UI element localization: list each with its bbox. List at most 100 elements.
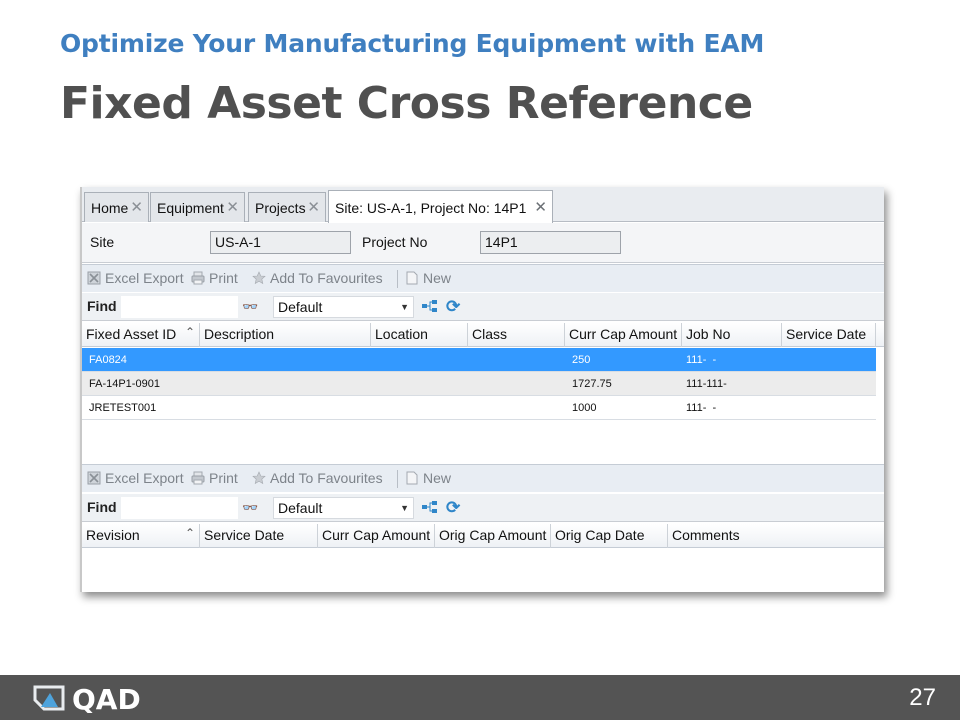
close-icon[interactable]: ✕: [307, 198, 320, 216]
find-input[interactable]: [121, 497, 238, 519]
print-label: Print: [209, 270, 238, 286]
excel-export-label: Excel Export: [105, 270, 184, 286]
column-header[interactable]: Location: [371, 323, 468, 347]
curr-cap-amount-cell: 250: [572, 354, 591, 366]
table-row[interactable]: FA0824 250 111- -: [82, 348, 876, 372]
add-to-favourites-label: Add To Favourites: [270, 270, 383, 286]
add-to-favourites-label: Add To Favourites: [270, 470, 383, 486]
column-header[interactable]: Orig Cap Date: [551, 524, 668, 548]
column-label: Orig Cap Amount: [439, 527, 547, 543]
find-label: Find: [87, 298, 117, 314]
column-label: Service Date: [786, 326, 867, 342]
close-icon[interactable]: ✕: [534, 198, 547, 216]
tab-projects-label: Projects: [255, 200, 306, 216]
excel-export-button[interactable]: Excel Export: [87, 270, 184, 286]
job-no-cell: 111- -: [686, 354, 717, 366]
refresh-icon[interactable]: ⟳: [446, 297, 460, 317]
new-button[interactable]: New: [405, 470, 451, 486]
assets-grid-header: Fixed Asset ID ⌃ Description Location Cla…: [82, 323, 884, 347]
qad-logo: QAD: [32, 683, 162, 718]
column-label: Job No: [686, 326, 731, 342]
find-input[interactable]: [121, 296, 238, 318]
add-to-favourites-button[interactable]: Add To Favourites: [252, 270, 383, 286]
fixed-asset-id-cell: JRETEST001: [89, 402, 157, 414]
view-select-value: Default: [278, 500, 323, 516]
table-row[interactable]: JRETEST001 1000 111- -: [82, 396, 876, 420]
column-label: Orig Cap Date: [555, 527, 645, 543]
column-label: Description: [204, 326, 275, 342]
print-label: Print: [209, 470, 238, 486]
slide-title: Fixed Asset Cross Reference: [60, 78, 753, 129]
column-header[interactable]: Job No: [682, 323, 782, 347]
table-row[interactable]: FA-14P1-0901 1727.75 111-111-: [82, 372, 876, 396]
printer-icon: [191, 271, 205, 285]
fixed-asset-id-cell: FA-14P1-0901: [89, 378, 160, 390]
column-header[interactable]: Comments: [668, 524, 876, 548]
new-button[interactable]: New: [405, 270, 451, 286]
find-label: Find: [87, 499, 117, 515]
tab-site-project[interactable]: Site: US-A-1, Project No: 14P1 ✕: [328, 190, 553, 223]
print-button[interactable]: Print: [191, 270, 238, 286]
excel-icon: [87, 271, 101, 285]
star-icon: [252, 471, 266, 485]
logo-text: QAD: [72, 683, 141, 713]
printer-icon: [191, 471, 205, 485]
hierarchy-icon[interactable]: [421, 500, 439, 514]
hierarchy-icon[interactable]: [421, 299, 439, 313]
curr-cap-amount-cell: 1000: [572, 402, 597, 414]
assets-toolbar: Excel Export Print Add To Favourites New: [82, 264, 884, 292]
column-label: Service Date: [204, 527, 285, 543]
assets-find-row: Find 👓 Default ▼ ⟳: [82, 293, 884, 321]
chevron-down-icon: ▼: [400, 503, 409, 513]
project-no-label: Project No: [362, 234, 428, 250]
column-label: Fixed Asset ID: [86, 326, 177, 342]
view-select[interactable]: Default ▼: [273, 497, 414, 519]
column-header[interactable]: Service Date: [782, 323, 876, 347]
column-header[interactable]: Curr Cap Amount: [318, 524, 435, 548]
column-header[interactable]: Revision ⌃: [82, 524, 200, 548]
column-header[interactable]: Description: [200, 323, 371, 347]
column-label: Curr Cap Amount: [322, 527, 431, 543]
tab-home[interactable]: Home ✕: [84, 192, 149, 222]
add-to-favourites-button[interactable]: Add To Favourites: [252, 470, 383, 486]
revisions-find-row: Find 👓 Default ▼ ⟳: [82, 494, 884, 522]
binoculars-icon[interactable]: 👓: [242, 299, 258, 315]
site-label: Site: [90, 234, 115, 250]
new-document-icon: [406, 271, 418, 285]
page-number: 27: [909, 684, 936, 711]
new-label: New: [423, 270, 452, 286]
close-icon[interactable]: ✕: [226, 198, 239, 216]
column-header[interactable]: Class: [468, 323, 565, 347]
app-screenshot: Home ✕ Equipment ✕ Projects ✕ Site: US-A…: [80, 187, 884, 592]
site-field[interactable]: US-A-1: [210, 231, 351, 254]
column-header[interactable]: Orig Cap Amount: [435, 524, 551, 548]
refresh-icon[interactable]: ⟳: [446, 498, 460, 518]
chevron-down-icon: ▼: [400, 302, 409, 312]
close-icon[interactable]: ✕: [130, 198, 143, 216]
new-document-icon: [406, 471, 418, 485]
column-label: Class: [472, 326, 508, 342]
print-button[interactable]: Print: [191, 470, 238, 486]
revisions-grid-header: Revision ⌃ Service Date Curr Cap Amount O…: [82, 524, 884, 548]
excel-export-button[interactable]: Excel Export: [87, 470, 184, 486]
excel-export-label: Excel Export: [105, 470, 184, 486]
column-label: Curr Cap Amount: [569, 326, 678, 342]
column-header[interactable]: Fixed Asset ID ⌃: [82, 323, 200, 347]
tab-site-project-label: Site: US-A-1, Project No: 14P1: [335, 200, 527, 216]
project-no-field[interactable]: 14P1: [480, 231, 621, 254]
column-label: Location: [375, 326, 428, 342]
column-label: Revision: [86, 527, 140, 543]
header-fields: Site US-A-1 Project No 14P1: [82, 223, 884, 263]
column-header[interactable]: Curr Cap Amount: [565, 323, 682, 347]
tab-equipment[interactable]: Equipment ✕: [150, 192, 245, 222]
tab-bar: Home ✕ Equipment ✕ Projects ✕ Site: US-A…: [82, 187, 884, 223]
sort-ascending-icon: ⌃: [184, 325, 195, 339]
binoculars-icon[interactable]: 👓: [242, 500, 258, 516]
view-select[interactable]: Default ▼: [273, 296, 414, 318]
tab-projects[interactable]: Projects ✕: [248, 192, 326, 222]
job-no-cell: 111- -: [686, 402, 717, 414]
column-header[interactable]: Service Date: [200, 524, 318, 548]
revisions-toolbar: Excel Export Print Add To Favourites New: [82, 464, 884, 492]
column-label: Comments: [672, 527, 740, 543]
sort-ascending-icon: ⌃: [184, 526, 195, 540]
